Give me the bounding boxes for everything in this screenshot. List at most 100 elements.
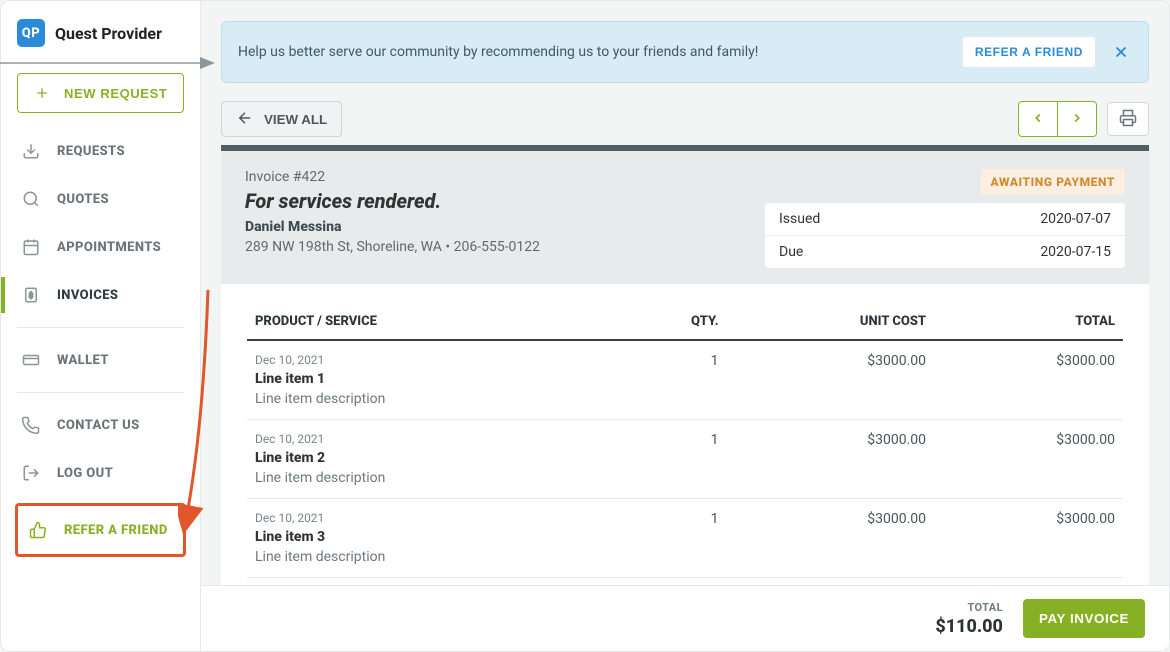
requests-icon xyxy=(21,141,41,161)
print-button[interactable] xyxy=(1107,102,1149,136)
due-value: 2020-07-15 xyxy=(1040,244,1111,260)
item-unit: $3000.00 xyxy=(727,420,935,499)
brand: QP Quest Provider xyxy=(11,19,190,69)
total-label: TOTAL xyxy=(935,601,1003,614)
view-all-label: VIEW ALL xyxy=(264,112,327,127)
sidebar-item-label: INVOICES xyxy=(57,288,118,303)
sidebar-nav: REQUESTS QUOTES APPOINTMENTS $ INVOICES xyxy=(11,127,190,557)
item-name: Line item 1 xyxy=(255,371,609,387)
invoice-title: For services rendered. xyxy=(245,189,540,213)
issued-label: Issued xyxy=(779,211,820,227)
col-product: PRODUCT / SERVICE xyxy=(247,306,617,340)
view-all-button[interactable]: VIEW ALL xyxy=(221,101,342,137)
sidebar-item-wallet[interactable]: WALLET xyxy=(11,336,190,384)
chevron-right-icon xyxy=(1070,113,1084,128)
sidebar-item-label: QUOTES xyxy=(57,192,109,207)
table-row: Dec 10, 2021 Line item 3 Line item descr… xyxy=(247,499,1123,578)
sidebar: QP Quest Provider NEW REQUEST REQUESTS Q… xyxy=(1,1,201,651)
table-row: Dec 10, 2021 Line item 1 Line item descr… xyxy=(247,340,1123,420)
toolbar: VIEW ALL xyxy=(221,101,1149,137)
new-request-button[interactable]: NEW REQUEST xyxy=(17,73,184,113)
invoice-number: Invoice #422 xyxy=(245,169,540,185)
thumbs-up-icon xyxy=(28,520,48,540)
quotes-icon xyxy=(21,189,41,209)
brand-logo: QP xyxy=(17,19,45,47)
printer-icon xyxy=(1119,109,1137,130)
sidebar-item-label: REFER A FRIEND xyxy=(64,523,168,538)
invoice-header: Invoice #422 For services rendered. Dani… xyxy=(221,151,1149,284)
item-desc: Line item description xyxy=(255,549,609,565)
logout-icon xyxy=(21,463,41,483)
wallet-icon xyxy=(21,350,41,370)
issued-value: 2020-07-07 xyxy=(1040,211,1111,227)
item-date: Dec 10, 2021 xyxy=(255,353,609,367)
sidebar-item-label: REQUESTS xyxy=(57,144,125,159)
item-unit: $3000.00 xyxy=(727,340,935,420)
due-row: Due 2020-07-15 xyxy=(765,236,1125,268)
divider xyxy=(17,327,184,328)
item-name: Line item 3 xyxy=(255,529,609,545)
banner-text: Help us better serve our community by re… xyxy=(238,44,758,60)
referral-banner: Help us better serve our community by re… xyxy=(221,21,1149,83)
main: Help us better serve our community by re… xyxy=(201,1,1169,651)
item-qty: 1 xyxy=(617,340,727,420)
sidebar-item-invoices[interactable]: $ INVOICES xyxy=(11,271,190,319)
sidebar-item-label: CONTACT US xyxy=(57,418,140,433)
pager-prev-button[interactable] xyxy=(1019,102,1057,136)
divider xyxy=(17,392,184,393)
line-items-table: PRODUCT / SERVICE QTY. UNIT COST TOTAL D… xyxy=(247,306,1123,578)
invoice-customer: Daniel Messina xyxy=(245,219,540,235)
chevron-left-icon xyxy=(1031,113,1045,128)
sidebar-item-log-out[interactable]: LOG OUT xyxy=(11,449,190,497)
item-desc: Line item description xyxy=(255,470,609,486)
total-amount: $110.00 xyxy=(935,616,1003,637)
status-badge: AWAITING PAYMENT xyxy=(981,169,1125,195)
svg-text:$: $ xyxy=(29,291,34,300)
item-date: Dec 10, 2021 xyxy=(255,511,609,525)
item-unit: $3000.00 xyxy=(727,499,935,578)
phone-icon xyxy=(21,415,41,435)
calendar-icon xyxy=(21,237,41,257)
sidebar-item-label: LOG OUT xyxy=(57,466,113,481)
due-label: Due xyxy=(779,244,803,260)
col-qty: QTY. xyxy=(617,306,727,340)
issued-row: Issued 2020-07-07 xyxy=(765,203,1125,236)
close-icon[interactable] xyxy=(1110,41,1132,63)
total-block: TOTAL $110.00 xyxy=(935,601,1003,637)
item-total: $3000.00 xyxy=(934,420,1123,499)
sidebar-item-label: WALLET xyxy=(57,353,109,368)
col-unit: UNIT COST xyxy=(727,306,935,340)
invoice-body: PRODUCT / SERVICE QTY. UNIT COST TOTAL D… xyxy=(221,284,1149,585)
invoice-address: 289 NW 198th St, Shoreline, WA • 206-555… xyxy=(245,239,540,255)
sidebar-item-appointments[interactable]: APPOINTMENTS xyxy=(11,223,190,271)
sidebar-item-refer-a-friend[interactable]: REFER A FRIEND xyxy=(15,503,186,557)
sidebar-item-requests[interactable]: REQUESTS xyxy=(11,127,190,175)
item-qty: 1 xyxy=(617,499,727,578)
item-name: Line item 2 xyxy=(255,450,609,466)
invoice-status-dates: AWAITING PAYMENT Issued 2020-07-07 Due 2… xyxy=(765,169,1125,268)
invoice-panel: Invoice #422 For services rendered. Dani… xyxy=(221,145,1149,585)
table-row: Dec 10, 2021 Line item 2 Line item descr… xyxy=(247,420,1123,499)
item-total: $3000.00 xyxy=(934,340,1123,420)
pager xyxy=(1018,101,1097,137)
plus-icon xyxy=(32,83,52,103)
invoice-footer: TOTAL $110.00 PAY INVOICE xyxy=(201,585,1169,651)
invoice-dates: Issued 2020-07-07 Due 2020-07-15 xyxy=(765,203,1125,268)
item-date: Dec 10, 2021 xyxy=(255,432,609,446)
toolbar-right xyxy=(1018,101,1149,137)
sidebar-item-contact-us[interactable]: CONTACT US xyxy=(11,401,190,449)
banner-actions: REFER A FRIEND xyxy=(962,36,1132,68)
col-total: TOTAL xyxy=(934,306,1123,340)
arrow-left-icon xyxy=(236,109,254,130)
new-request-label: NEW REQUEST xyxy=(64,86,167,101)
banner-refer-button[interactable]: REFER A FRIEND xyxy=(962,36,1096,68)
pay-invoice-button[interactable]: PAY INVOICE xyxy=(1023,599,1145,638)
sidebar-item-label: APPOINTMENTS xyxy=(57,240,161,255)
pager-next-button[interactable] xyxy=(1058,102,1096,136)
brand-name: Quest Provider xyxy=(55,24,162,43)
invoice-meta: Invoice #422 For services rendered. Dani… xyxy=(245,169,540,268)
item-desc: Line item description xyxy=(255,391,609,407)
invoices-icon: $ xyxy=(21,285,41,305)
sidebar-item-quotes[interactable]: QUOTES xyxy=(11,175,190,223)
item-qty: 1 xyxy=(617,420,727,499)
